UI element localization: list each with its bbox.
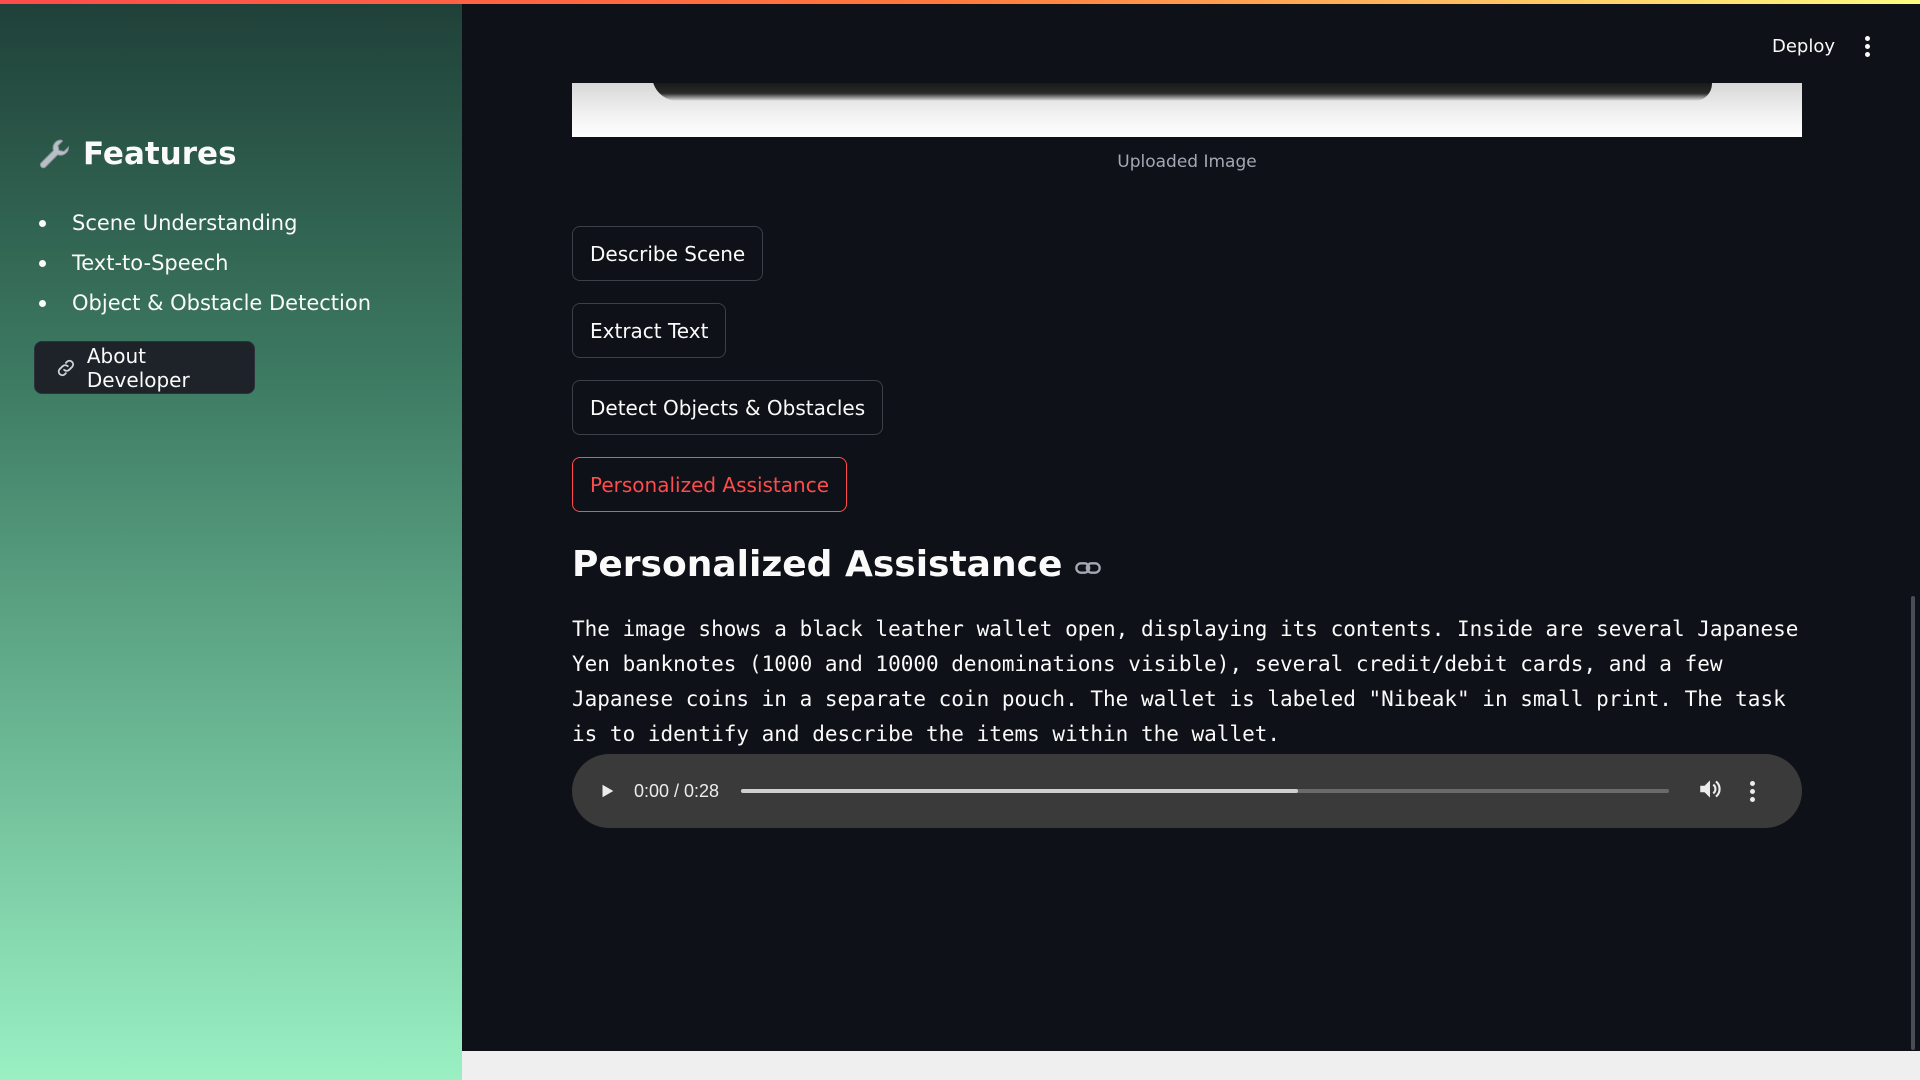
wallet-image-edge [652,83,1712,101]
vertical-ellipsis-icon[interactable] [1857,36,1877,62]
section-title: Personalized Assistance [572,544,1102,585]
scrollbar[interactable] [1911,596,1915,1050]
personalized-assistance-button[interactable]: Personalized Assistance [572,457,848,512]
wrench-icon [37,136,73,172]
image-caption: Uploaded Image [1117,152,1257,172]
features-list: Scene Understanding Text-to-Speech Objec… [37,203,371,323]
about-developer-button[interactable]: About Developer [34,341,255,394]
play-icon[interactable] [592,776,622,806]
sidebar: Features Scene Understanding Text-to-Spe… [0,0,462,1080]
bottom-bar [462,1051,1920,1080]
vertical-ellipsis-icon[interactable] [1743,776,1761,806]
about-developer-label: About Developer [86,343,190,392]
audio-time: 0:00 / 0:28 [634,780,720,801]
features-title: Features [83,136,237,172]
top-decoration-bar [0,0,1920,4]
detect-objects-button[interactable]: Detect Objects & Obstacles [572,380,884,435]
deploy-button[interactable]: Deploy [1772,36,1835,57]
list-item: Object & Obstacle Detection [37,283,371,323]
link-icon[interactable] [1074,554,1102,582]
volume-icon[interactable] [1697,776,1727,806]
uploaded-image [572,83,1802,137]
extract-text-button[interactable]: Extract Text [572,303,727,358]
sidebar-heading: Features [37,136,237,172]
list-item: Scene Understanding [37,203,371,243]
list-item: Text-to-Speech [37,243,371,283]
audio-player: 0:00 / 0:28 [572,754,1802,828]
describe-scene-button[interactable]: Describe Scene [572,226,764,281]
audio-progress-slider[interactable] [741,789,1670,793]
link-icon [57,359,74,376]
audio-progress-fill [741,789,1298,793]
assistance-output-text: The image shows a black leather wallet o… [572,617,1799,746]
